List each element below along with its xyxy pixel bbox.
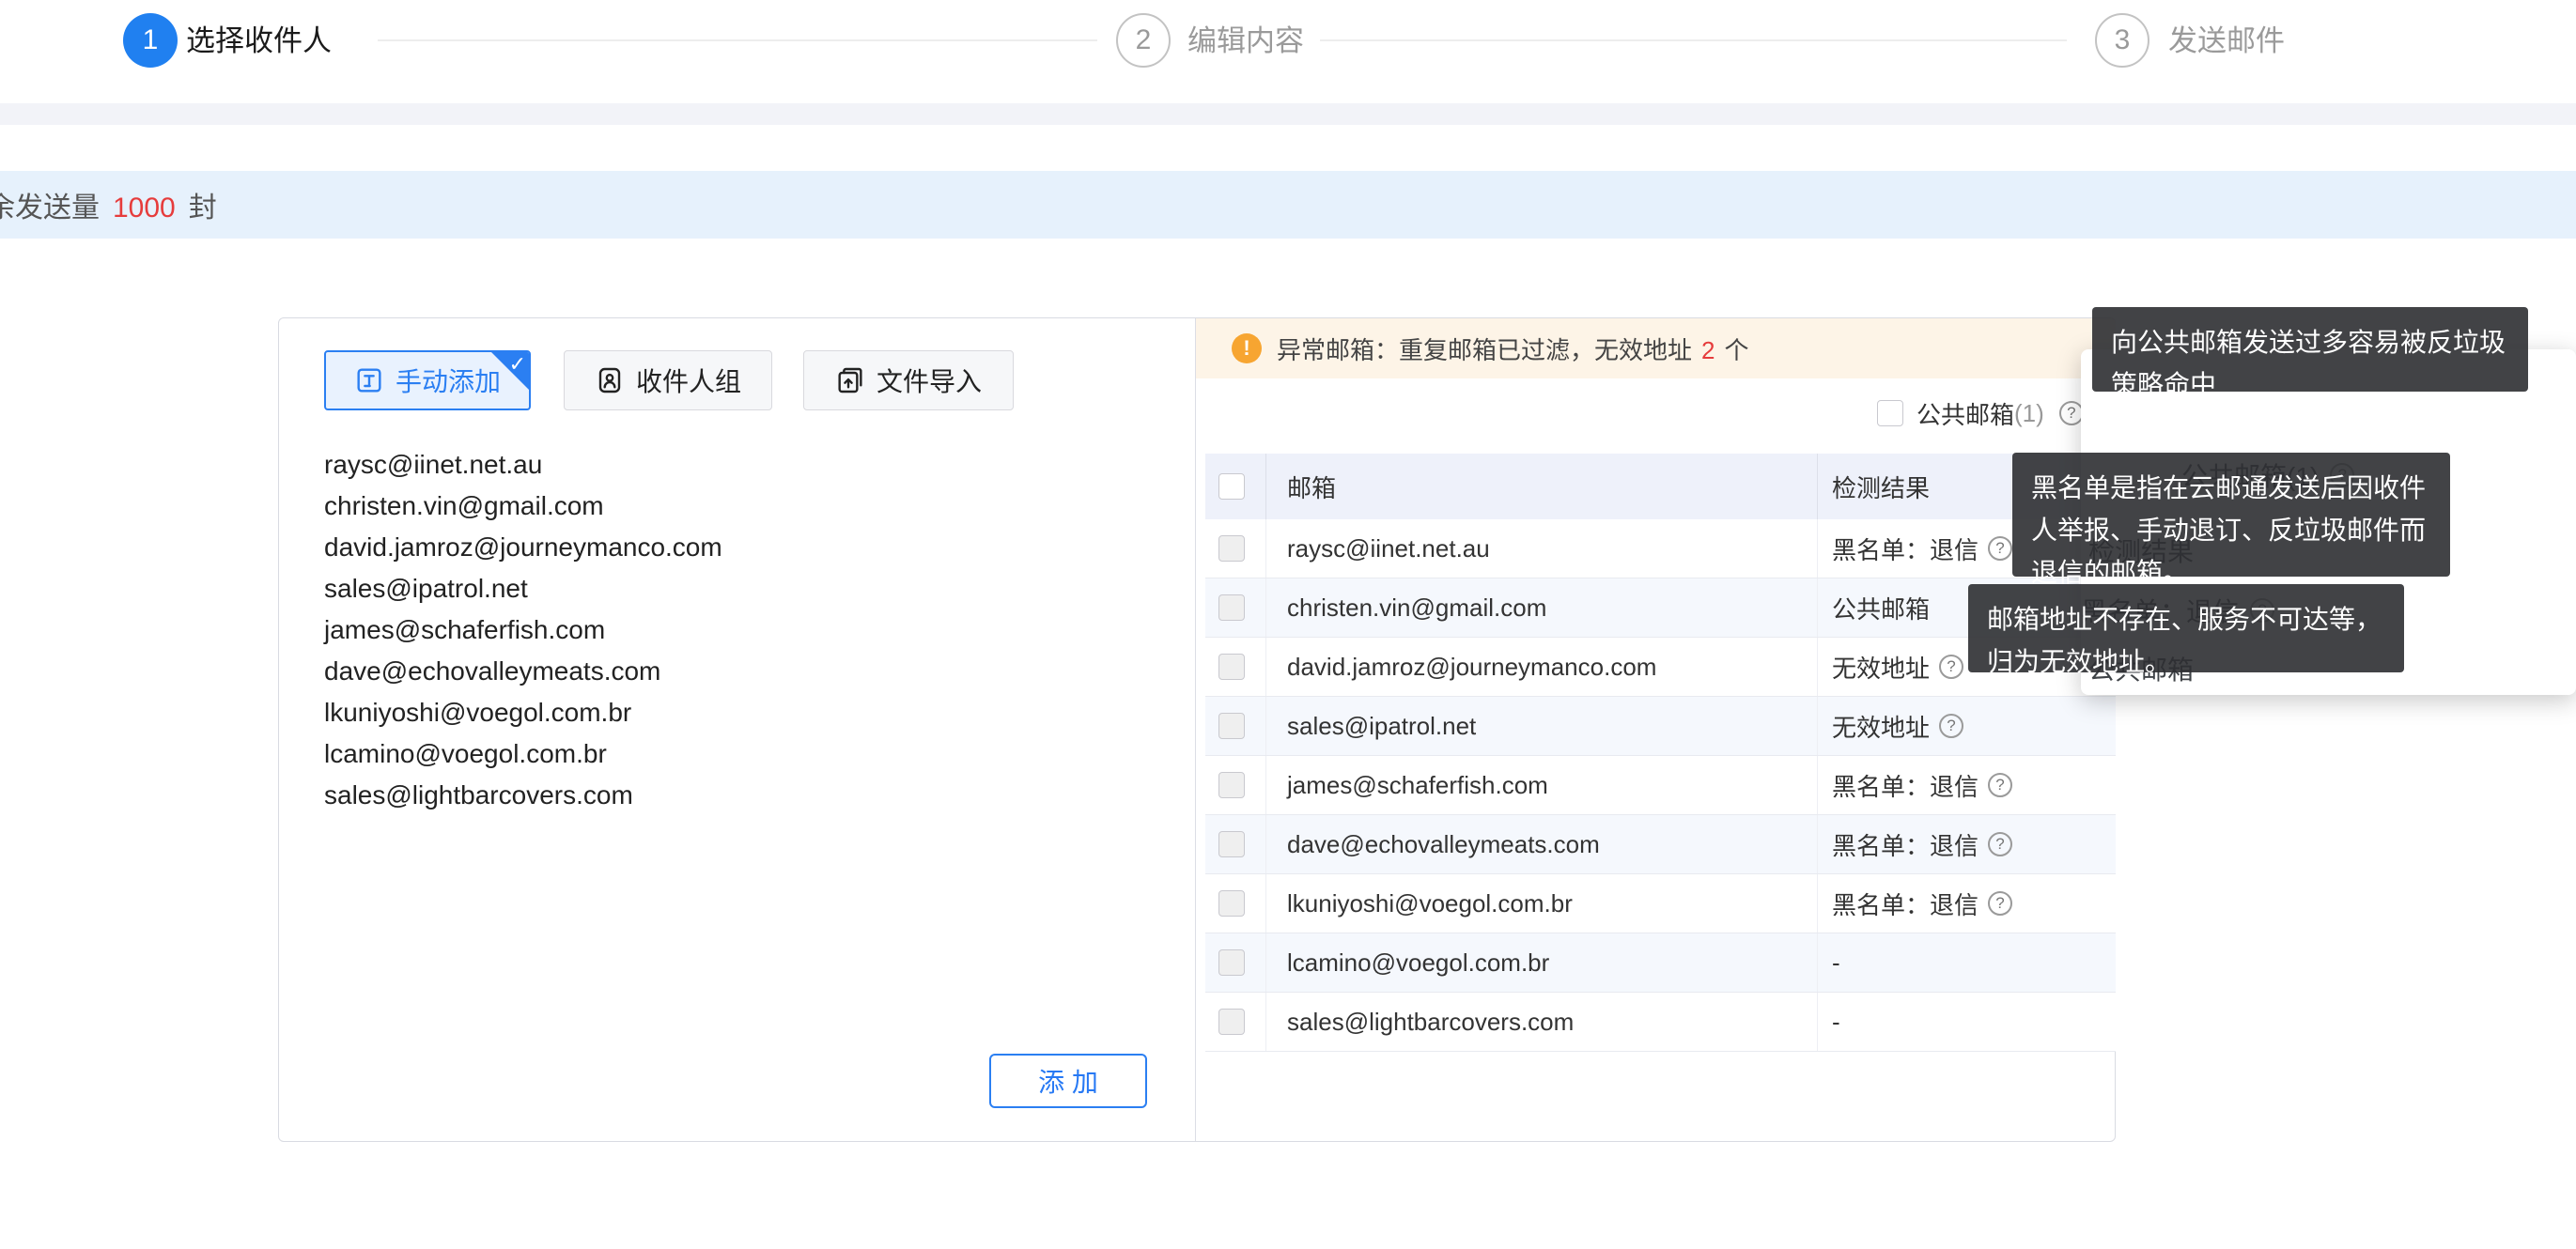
column-header-email: 邮箱 (1266, 454, 1818, 519)
manual-add-icon (354, 365, 384, 395)
tab-recipient-group[interactable]: 收件人组 (564, 350, 772, 410)
quota-amount: 1000 (113, 193, 176, 224)
select-all-checkbox[interactable] (1218, 473, 1245, 500)
row-email: sales@ipatrol.net (1266, 697, 1818, 755)
quota-prefix: 余发送量 (0, 193, 100, 224)
row-checkbox[interactable] (1218, 772, 1245, 798)
public-mailbox-count: (1) (2014, 399, 2044, 428)
step-2-label: 编辑内容 (1187, 24, 1304, 58)
panel-divider (1195, 318, 1196, 1141)
row-email: raysc@iinet.net.au (1266, 519, 1818, 578)
table-row: lcamino@voegol.com.br - (1205, 933, 2116, 993)
step-1-number: 1 (143, 24, 159, 56)
row-email: dave@echovalleymeats.com (1266, 815, 1818, 873)
recipient-group-icon (595, 365, 625, 395)
help-icon[interactable]: ? (1988, 536, 2012, 561)
row-result: 黑名单：退信 (1832, 827, 1979, 862)
abnormal-warning-bar: ! 异常邮箱：重复邮箱已过滤，无效地址 2个 (1196, 318, 2116, 378)
tab-manual-add-label: 手动添加 (396, 362, 501, 399)
row-result: - (1832, 948, 1840, 978)
public-mailbox-checkbox[interactable] (1877, 400, 1903, 426)
recipient-email: dave@echovalleymeats.com (324, 651, 907, 692)
recipient-input-area[interactable]: raysc@iinet.net.auchristen.vin@gmail.com… (324, 444, 907, 816)
row-checkbox[interactable] (1218, 713, 1245, 739)
row-result: 无效地址 (1832, 650, 1930, 685)
warning-suffix: 个 (1724, 336, 1748, 364)
row-email: lkuniyoshi@voegol.com.br (1266, 874, 1818, 933)
row-checkbox[interactable] (1218, 535, 1245, 562)
table-row: james@schaferfish.com 黑名单：退信? (1205, 756, 2116, 815)
header-divider-strip (0, 103, 2576, 125)
warning-prefix: 异常邮箱：重复邮箱已过滤，无效地址 (1277, 336, 1692, 364)
tooltip-invalid-address: 邮箱地址不存在、服务不可达等，归为无效地址。 (1968, 584, 2404, 672)
step-connector (1320, 39, 2067, 41)
warning-count: 2 (1701, 336, 1715, 364)
quota-suffix: 封 (189, 193, 217, 224)
warning-icon: ! (1232, 333, 1262, 363)
row-result: 黑名单：退信 (1832, 887, 1979, 921)
row-result: 黑名单：退信 (1832, 768, 1979, 803)
help-icon[interactable]: ? (2059, 401, 2084, 425)
public-mailbox-label: 公共邮箱 (1916, 396, 2014, 431)
tooltip-public-mailbox: 向公共邮箱发送过多容易被反垃圾策略命中 (2092, 307, 2528, 392)
detection-table: 邮箱 检测结果 raysc@iinet.net.au 黑名单：退信? chris… (1205, 454, 2116, 1052)
recipient-email: david.jamroz@journeymanco.com (324, 527, 907, 568)
row-checkbox[interactable] (1218, 594, 1245, 621)
table-row: raysc@iinet.net.au 黑名单：退信? (1205, 519, 2116, 578)
recipient-email: christen.vin@gmail.com (324, 486, 907, 527)
step-1-label: 选择收件人 (186, 24, 332, 58)
public-mailbox-filter: 公共邮箱 (1) ? (1877, 389, 2116, 438)
table-header-row: 邮箱 检测结果 (1205, 454, 2116, 519)
recipient-email: lcamino@voegol.com.br (324, 733, 907, 775)
table-row: lkuniyoshi@voegol.com.br 黑名单：退信? (1205, 874, 2116, 933)
tab-recipient-group-label: 收件人组 (636, 362, 741, 399)
file-import-icon (835, 365, 865, 395)
wizard-stepper: 1 选择收件人 2 编辑内容 3 发送邮件 (0, 0, 2576, 103)
recipient-email: lkuniyoshi@voegol.com.br (324, 692, 907, 733)
table-row: dave@echovalleymeats.com 黑名单：退信? (1205, 815, 2116, 874)
row-checkbox[interactable] (1218, 890, 1245, 917)
recipient-email: james@schaferfish.com (324, 609, 907, 651)
row-result: 公共邮箱 (1832, 591, 1930, 625)
step-2-circle: 2 (1116, 13, 1171, 68)
row-email: david.jamroz@journeymanco.com (1266, 638, 1818, 696)
help-icon[interactable]: ? (1988, 773, 2012, 797)
quota-bar: 余发送量 1000 封 (0, 171, 2576, 239)
row-email: christen.vin@gmail.com (1266, 578, 1818, 637)
check-icon: ✓ (509, 352, 526, 377)
row-checkbox[interactable] (1218, 654, 1245, 680)
tooltip-blacklist: 黑名单是指在云邮通发送后因收件人举报、手动退订、反垃圾邮件而退信的邮箱。 (2012, 453, 2450, 577)
row-result: 无效地址 (1832, 709, 1930, 744)
recipient-email: sales@ipatrol.net (324, 568, 907, 609)
step-3-label: 发送邮件 (2168, 24, 2285, 58)
row-email: lcamino@voegol.com.br (1266, 933, 1818, 992)
add-button[interactable]: 添 加 (989, 1054, 1147, 1108)
help-icon[interactable]: ? (1988, 832, 2012, 856)
help-icon[interactable]: ? (1939, 655, 1963, 679)
row-result: - (1832, 1008, 1840, 1037)
tab-file-import[interactable]: 文件导入 (803, 350, 1014, 410)
step-3-number: 3 (2115, 24, 2131, 56)
table-row: sales@lightbarcovers.com - (1205, 993, 2116, 1052)
help-icon[interactable]: ? (1939, 714, 1963, 738)
quota-text: 余发送量 1000 封 (0, 184, 217, 225)
help-icon[interactable]: ? (1988, 891, 2012, 916)
tab-manual-add[interactable]: 手动添加 ✓ (324, 350, 531, 410)
tab-file-import-label: 文件导入 (877, 362, 982, 399)
table-row: sales@ipatrol.net 无效地址? (1205, 697, 2116, 756)
recipient-email: sales@lightbarcovers.com (324, 775, 907, 816)
row-checkbox[interactable] (1218, 831, 1245, 857)
warning-text: 异常邮箱：重复邮箱已过滤，无效地址 2个 (1277, 332, 1749, 366)
step-1-circle: 1 (123, 13, 178, 68)
row-email: james@schaferfish.com (1266, 756, 1818, 814)
step-connector (378, 39, 1097, 41)
row-result: 黑名单：退信 (1832, 532, 1979, 566)
recipient-email: raysc@iinet.net.au (324, 444, 907, 486)
row-email: sales@lightbarcovers.com (1266, 993, 1818, 1051)
step-2-number: 2 (1136, 24, 1152, 56)
row-checkbox[interactable] (1218, 1009, 1245, 1035)
row-checkbox[interactable] (1218, 949, 1245, 976)
step-3-circle: 3 (2095, 13, 2149, 68)
